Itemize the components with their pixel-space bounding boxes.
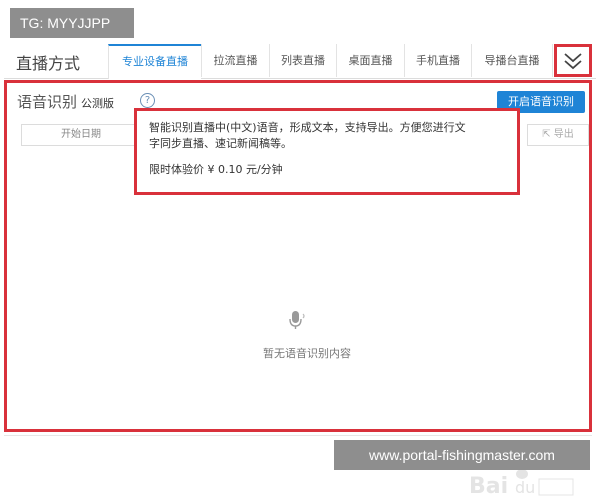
export-button[interactable]: ⇱ 导出: [527, 124, 589, 146]
double-chevron-down-icon: [564, 52, 582, 69]
panel-title: 语音识别: [17, 93, 78, 111]
tooltip-line-1: 智能识别直播中(中文)语音，形成文本，支持导出。方便您进行文: [149, 121, 466, 134]
tooltip-line-2: 字同步直播、速记新闻稿等。: [149, 137, 292, 150]
feature-description-tooltip: 智能识别直播中(中文)语音，形成文本，支持导出。方便您进行文 字同步直播、速记新…: [134, 108, 520, 195]
tab-pull-stream-live[interactable]: 拉流直播: [201, 44, 269, 77]
export-icon: ⇱: [542, 129, 551, 140]
tab-desktop-live[interactable]: 桌面直播: [336, 44, 404, 77]
microphone-icon: [289, 311, 305, 329]
collapse-tabs-button[interactable]: [554, 44, 592, 77]
panel-heading: 语音识别 公测版: [17, 91, 114, 112]
tab-list-live[interactable]: 列表直播: [269, 44, 336, 77]
svg-text:Bai: Bai: [469, 474, 508, 499]
start-date-input[interactable]: 开始日期: [21, 124, 141, 146]
tab-professional-device-live[interactable]: 专业设备直播: [108, 44, 201, 79]
tab-director-console-live[interactable]: 导播台直播: [471, 44, 553, 77]
tooltip-price: 限时体验价 ¥ 0.10 元/分钟: [149, 163, 283, 176]
beta-badge: 公测版: [81, 97, 115, 110]
empty-state-text: 暂无语音识别内容: [263, 347, 351, 360]
watermark-url-label: www.portal-fishingmaster.com: [334, 440, 590, 470]
question-circle-icon[interactable]: ?: [140, 93, 155, 108]
divider: [4, 435, 592, 436]
tab-mobile-live[interactable]: 手机直播: [404, 44, 471, 77]
live-mode-tabbar: 直播方式 专业设备直播 拉流直播 列表直播 桌面直播 手机直播 导播台直播: [4, 42, 596, 79]
export-label: 导出: [553, 129, 574, 140]
watermark-tg-label: TG: MYYJJPP: [10, 8, 134, 38]
page-title: 直播方式: [16, 54, 81, 73]
svg-text:du: du: [515, 478, 535, 497]
